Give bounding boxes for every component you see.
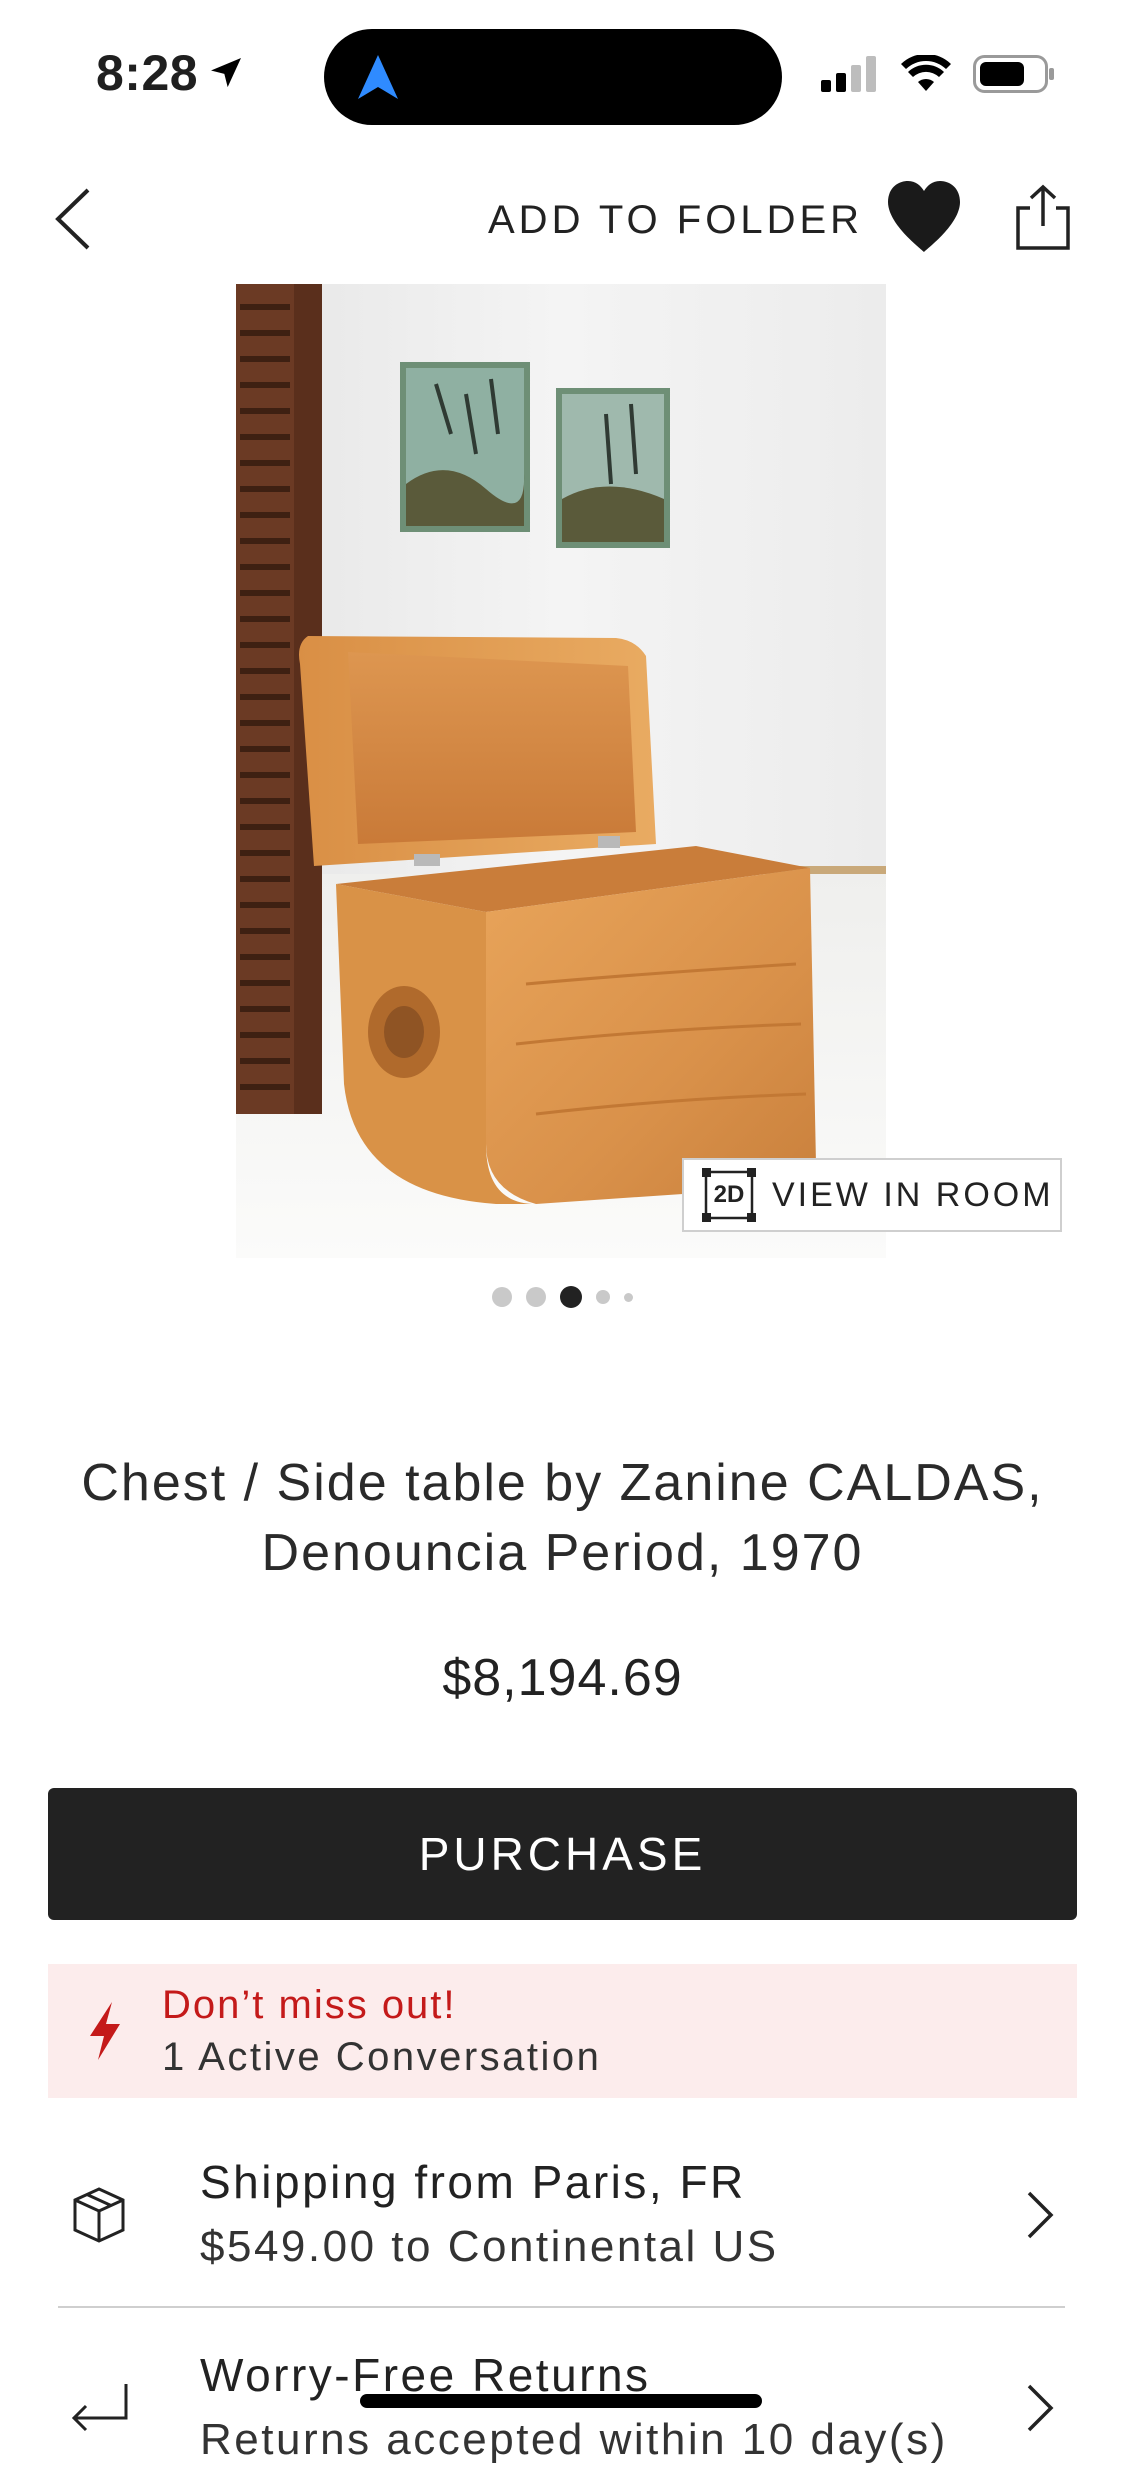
return-arrow-icon (71, 2384, 128, 2432)
battery-icon (973, 55, 1054, 93)
shipping-icon-wrap (58, 2185, 140, 2245)
returns-icon-wrap (58, 2378, 140, 2438)
carousel-dot-active[interactable] (560, 1286, 582, 1308)
divider (58, 2306, 1065, 2308)
carousel-dot[interactable] (526, 1287, 546, 1307)
purchase-button[interactable]: PURCHASE (48, 1788, 1077, 1920)
status-time: 8:28 (96, 44, 246, 102)
back-chevron-icon[interactable] (50, 186, 94, 252)
shipping-row[interactable]: Shipping from Paris, FR $549.00 to Conti… (48, 2140, 1077, 2290)
carousel-pagination[interactable] (0, 1286, 1125, 1308)
view-in-room-button[interactable]: 2D VIEW IN ROOM (682, 1158, 1062, 1232)
status-time-text: 8:28 (96, 45, 199, 101)
returns-row[interactable]: Worry-Free Returns Returns accepted with… (48, 2338, 1077, 2478)
view-in-room-label: VIEW IN ROOM (772, 1175, 1054, 1214)
navigation-arrow-icon (358, 55, 398, 99)
location-arrow-icon (211, 58, 242, 88)
cellular-signal-icon (821, 56, 876, 92)
activity-alert: Don’t miss out! 1 Active Conversation (48, 1964, 1077, 2098)
heart-icon[interactable] (884, 178, 964, 254)
home-indicator[interactable] (360, 2394, 762, 2408)
2d-view-icon: 2D (702, 1168, 756, 1222)
product-image[interactable] (236, 284, 886, 1258)
chevron-right-icon (1027, 2191, 1054, 2239)
product-title-line2: Denouncia Period, 1970 (261, 1524, 864, 1582)
chest-photo-illustration (236, 284, 886, 1258)
alert-detail: 1 Active Conversation (162, 2035, 602, 2079)
shipping-cost: $549.00 to Continental US (200, 2222, 779, 2271)
wifi-icon (901, 55, 951, 91)
carousel-dot[interactable] (624, 1292, 633, 1302)
carousel-dot[interactable] (596, 1290, 610, 1304)
product-price: $8,194.69 (442, 1649, 683, 1707)
lightning-bolt-icon (90, 2002, 120, 2060)
share-icon[interactable] (1012, 184, 1074, 252)
add-to-folder-button[interactable]: ADD TO FOLDER (488, 198, 863, 243)
chevron-right-icon (1027, 2384, 1054, 2432)
shipping-origin: Shipping from Paris, FR (200, 2156, 746, 2208)
product-title: Chest / Side table by Zanine CALDAS, Den… (40, 1448, 1085, 1588)
product-title-line1: Chest / Side table by Zanine CALDAS, (81, 1454, 1044, 1512)
returns-detail: Returns accepted within 10 day(s) (200, 2415, 948, 2464)
2d-badge-text: 2D (713, 1181, 745, 1208)
package-box-icon (73, 2187, 125, 2243)
alert-heading: Don’t miss out! (162, 1983, 457, 2027)
dynamic-island (324, 29, 782, 125)
status-indicators (821, 55, 1055, 93)
carousel-dot[interactable] (492, 1287, 512, 1307)
